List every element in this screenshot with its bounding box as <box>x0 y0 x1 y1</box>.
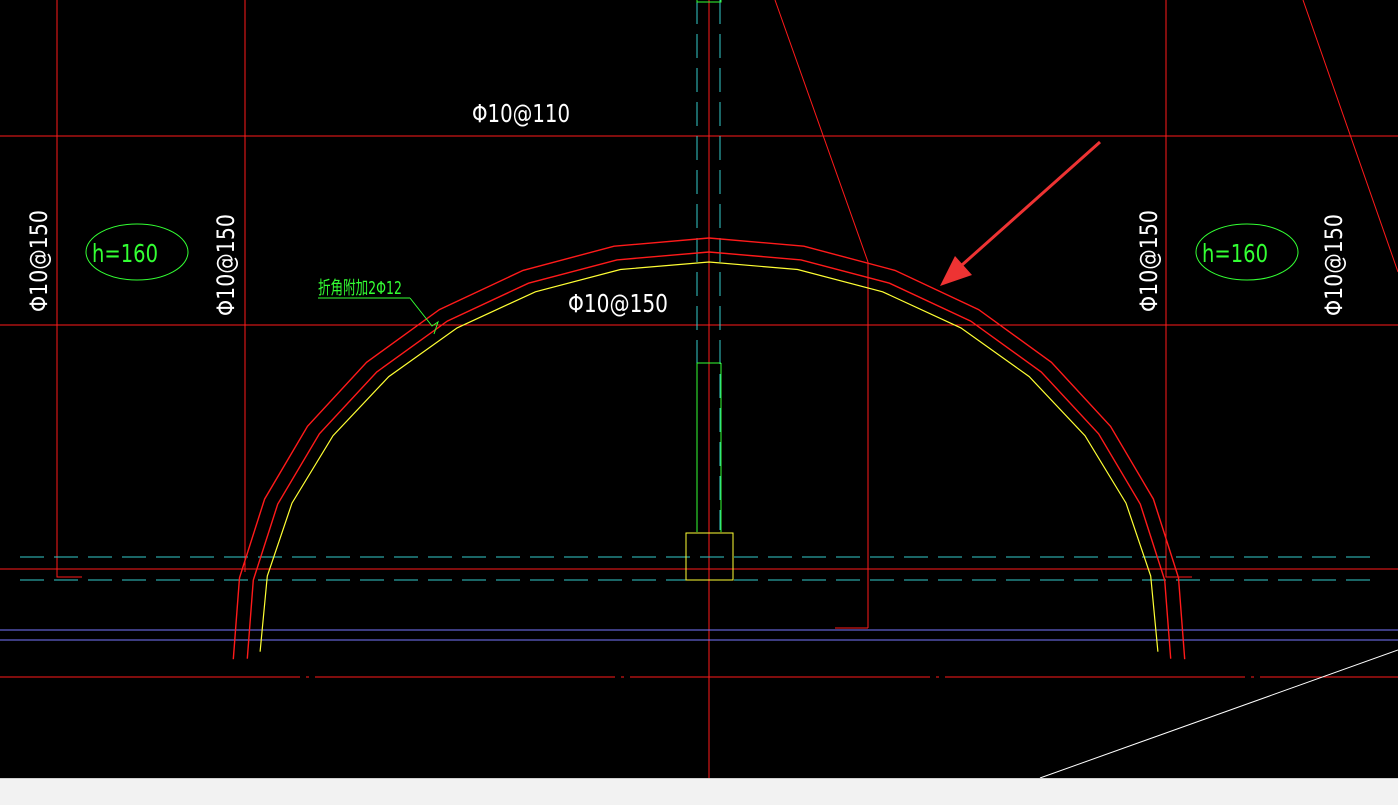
top-rebar-label: Φ10@110 <box>472 99 570 128</box>
cad-drawing-canvas[interactable]: Φ10@110 Φ10@150 Φ10@150 Φ10@150 Φ10@150 … <box>0 0 1398 778</box>
red-arrow-icon <box>940 140 1101 286</box>
slab-arch-plan-drawing: Φ10@110 Φ10@150 Φ10@150 Φ10@150 Φ10@150 … <box>0 0 1398 778</box>
corner-tick-right <box>1165 569 1192 578</box>
left-rebar-label-inner: Φ10@150 <box>212 214 240 316</box>
corner-note-label: 折角附加2Φ12 <box>318 278 402 299</box>
corner-note-leader <box>318 297 439 335</box>
edge-diagonal <box>1039 649 1398 778</box>
left-rebar-label-outer: Φ10@150 <box>25 210 53 312</box>
arc-rebar-label: Φ10@150 <box>568 289 668 318</box>
corner-tick-left <box>56 569 82 578</box>
thickness-label-right: h=160 <box>1202 239 1268 268</box>
status-strip <box>0 778 1398 805</box>
thickness-label-left: h=160 <box>92 239 158 268</box>
diagonal-line-top <box>774 0 869 263</box>
right-rebar-label-inner: Φ10@150 <box>1135 210 1163 312</box>
right-rebar-label-outer: Φ10@150 <box>1320 214 1348 316</box>
beam-grid-lines <box>0 0 1398 778</box>
arrow-shaft <box>961 140 1101 267</box>
slab-edge-lines <box>0 629 1398 641</box>
